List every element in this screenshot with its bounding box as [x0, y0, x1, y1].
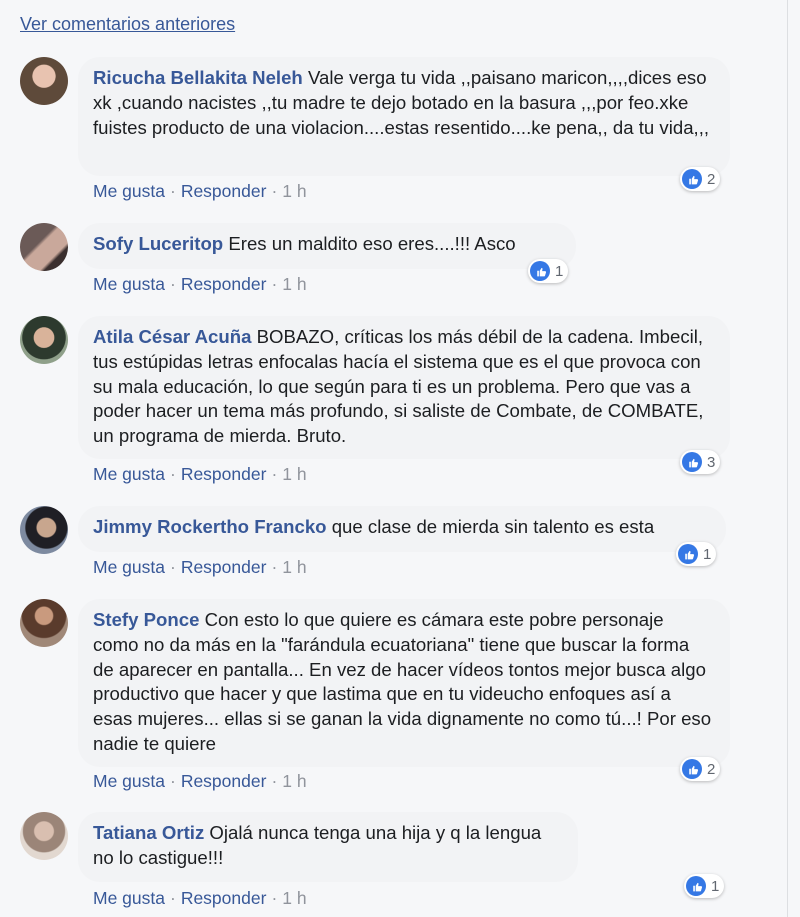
separator: · [271, 181, 278, 201]
avatar[interactable] [20, 599, 68, 647]
reaction-count[interactable]: 1 [528, 259, 569, 283]
like-button[interactable]: Me gusta [93, 464, 165, 484]
avatar[interactable] [20, 812, 68, 860]
like-thumb-icon [530, 261, 550, 281]
reaction-number: 3 [707, 453, 716, 471]
avatar[interactable] [20, 316, 68, 364]
like-button[interactable]: Me gusta [93, 888, 165, 908]
like-button[interactable]: Me gusta [93, 274, 165, 294]
reaction-count[interactable]: 3 [680, 450, 721, 474]
comment-bubble: Sofy Luceritop Eres un maldito eso eres.… [78, 223, 576, 269]
separator: · [271, 274, 278, 294]
comment-bubble: Ricucha Bellakita Neleh Vale verga tu vi… [78, 57, 730, 176]
comment-bubble: Stefy Ponce Con esto lo que quiere es cá… [78, 599, 730, 767]
avatar[interactable] [20, 506, 68, 554]
separator: · [169, 274, 176, 294]
separator: · [169, 888, 176, 908]
comment-timestamp[interactable]: 1 h [282, 274, 306, 294]
comment-author[interactable]: Sofy Luceritop [93, 233, 223, 254]
reply-button[interactable]: Responder [181, 888, 267, 908]
comment-actions: Me gusta · Responder · 1 h [93, 274, 307, 295]
comment-actions: Me gusta · Responder · 1 h [93, 181, 307, 202]
comment-actions: Me gusta · Responder · 1 h [93, 557, 307, 578]
reaction-count[interactable]: 2 [680, 167, 721, 191]
view-previous-comments-link[interactable]: Ver comentarios anteriores [20, 14, 235, 35]
comment-timestamp[interactable]: 1 h [282, 888, 306, 908]
comment-author[interactable]: Ricucha Bellakita Neleh [93, 67, 303, 88]
reaction-number: 1 [711, 877, 720, 895]
like-thumb-icon [682, 759, 702, 779]
comment-text: Eres un maldito eso eres....!!! Asco [228, 233, 516, 254]
comment-timestamp[interactable]: 1 h [282, 181, 306, 201]
separator: · [271, 464, 278, 484]
like-thumb-icon [686, 876, 706, 896]
like-button[interactable]: Me gusta [93, 771, 165, 791]
reaction-number: 2 [707, 170, 716, 188]
reaction-number: 1 [555, 262, 564, 280]
reaction-count[interactable]: 2 [680, 757, 721, 781]
separator: · [169, 181, 176, 201]
reply-button[interactable]: Responder [181, 464, 267, 484]
comment-author[interactable]: Atila César Acuña [93, 326, 251, 347]
comment-author[interactable]: Jimmy Rockertho Francko [93, 516, 327, 537]
comment-author[interactable]: Tatiana Ortiz [93, 822, 204, 843]
like-button[interactable]: Me gusta [93, 181, 165, 201]
comment-actions: Me gusta · Responder · 1 h [93, 464, 307, 485]
comment-timestamp[interactable]: 1 h [282, 557, 306, 577]
comment-timestamp[interactable]: 1 h [282, 464, 306, 484]
avatar[interactable] [20, 57, 68, 105]
comment-actions: Me gusta · Responder · 1 h [93, 771, 307, 792]
reply-button[interactable]: Responder [181, 274, 267, 294]
comment-text: Con esto lo que quiere es cámara este po… [93, 609, 712, 754]
reply-button[interactable]: Responder [181, 771, 267, 791]
separator: · [271, 771, 278, 791]
comment-bubble: Jimmy Rockertho Francko que clase de mie… [78, 506, 726, 552]
comment-bubble: Atila César Acuña BOBAZO, críticas los m… [78, 316, 730, 459]
comment-bubble: Tatiana Ortiz Ojalá nunca tenga una hija… [78, 812, 578, 882]
comment-text: que clase de mierda sin talento es esta [331, 516, 655, 537]
reaction-number: 2 [707, 760, 716, 778]
reaction-count[interactable]: 1 [684, 874, 725, 898]
separator: · [271, 888, 278, 908]
like-thumb-icon [682, 452, 702, 472]
comment-timestamp[interactable]: 1 h [282, 771, 306, 791]
column-divider [787, 0, 788, 917]
avatar[interactable] [20, 223, 68, 271]
like-button[interactable]: Me gusta [93, 557, 165, 577]
reply-button[interactable]: Responder [181, 181, 267, 201]
like-thumb-icon [678, 544, 698, 564]
reaction-count[interactable]: 1 [676, 542, 717, 566]
like-thumb-icon [682, 169, 702, 189]
separator: · [169, 464, 176, 484]
separator: · [169, 557, 176, 577]
reaction-number: 1 [703, 545, 712, 563]
separator: · [271, 557, 278, 577]
reply-button[interactable]: Responder [181, 557, 267, 577]
comment-author[interactable]: Stefy Ponce [93, 609, 199, 630]
comment-actions: Me gusta · Responder · 1 h [93, 888, 307, 909]
separator: · [169, 771, 176, 791]
